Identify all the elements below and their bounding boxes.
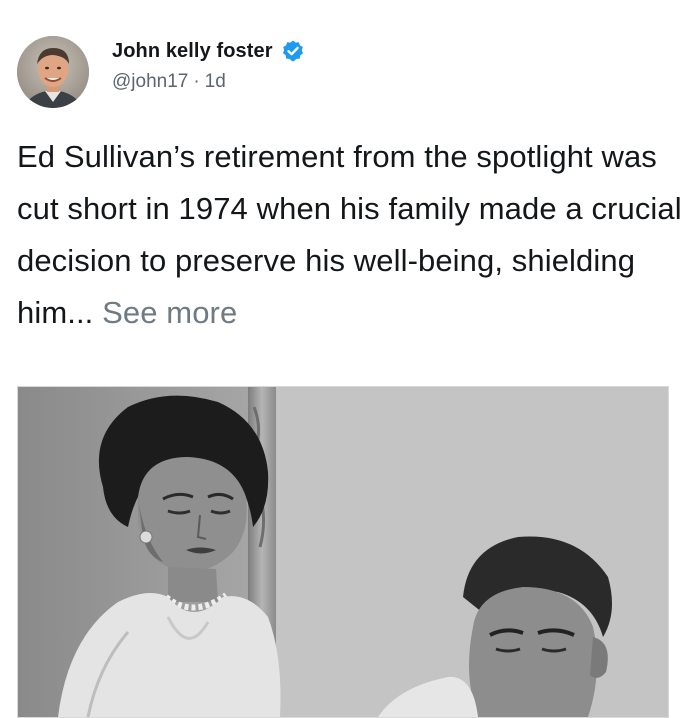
post-photo: [18, 387, 668, 717]
post-timestamp[interactable]: 1d: [205, 71, 226, 92]
post-image[interactable]: [17, 386, 669, 718]
avatar[interactable]: [17, 36, 89, 108]
see-more-link[interactable]: See more: [102, 295, 237, 330]
post-meta: @john17 · 1d: [112, 71, 226, 93]
post-text: Ed Sullivan’s retirement from the spotli…: [17, 131, 682, 339]
meta-separator: ·: [193, 71, 200, 92]
author-row: John kelly foster: [112, 39, 305, 63]
post-header: John kelly foster @john17 · 1d: [17, 36, 677, 112]
avatar-photo: [17, 36, 89, 108]
author-name[interactable]: John kelly foster: [112, 40, 273, 63]
verified-badge-icon: [281, 39, 305, 63]
author-handle[interactable]: @john17: [112, 71, 188, 92]
